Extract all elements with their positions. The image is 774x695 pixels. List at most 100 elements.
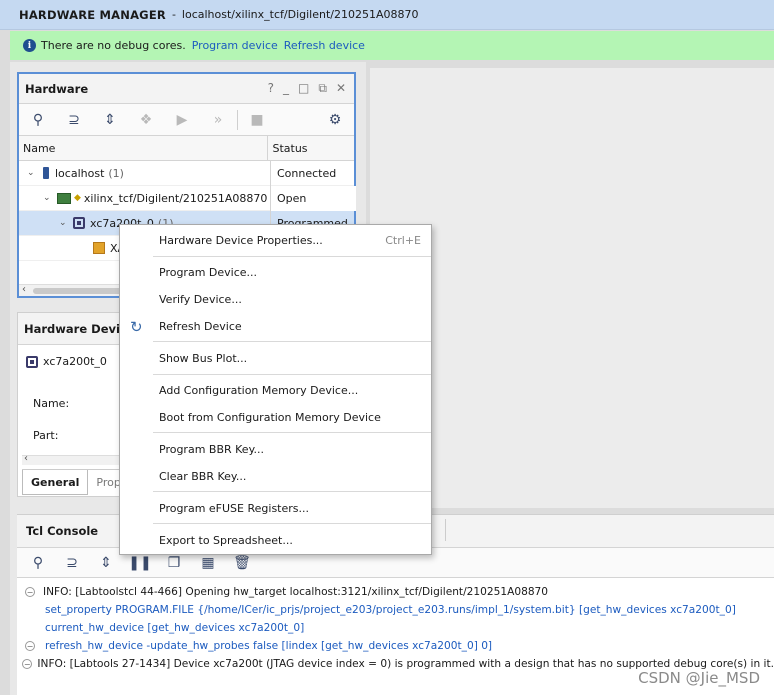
scroll-left-icon[interactable]: ‹ <box>22 284 26 295</box>
tree-row-label: localhost <box>55 166 105 180</box>
help-icon[interactable]: ? <box>268 81 274 96</box>
menu-item-program-device[interactable]: Program Device... <box>120 261 431 283</box>
expand-all-icon[interactable]: ⇕ <box>99 109 121 131</box>
menu-item-label: Export to Spreadsheet... <box>159 533 293 547</box>
board-icon <box>57 192 71 204</box>
tree-row-target[interactable]: ⌄ ◆ xilinx_tcf/Digilent/210251A08870 (1 … <box>19 186 356 211</box>
menu-item-export-spreadsheet[interactable]: Export to Spreadsheet... <box>120 529 431 551</box>
log-text: INFO: [Labtoolstcl 44-466] Opening hw_ta… <box>43 586 549 598</box>
hardware-tree-header: Name Status <box>19 136 354 161</box>
stop-icon[interactable]: ■ <box>246 109 268 131</box>
chevron-down-icon[interactable]: ⌄ <box>43 193 53 203</box>
collapse-icon[interactable]: − <box>22 659 33 669</box>
log-command: set_property PROGRAM.FILE {/home/ICer/ic… <box>45 604 736 616</box>
chip-icon <box>73 217 85 229</box>
menu-item-label: Program eFUSE Registers... <box>159 501 309 515</box>
scroll-left-icon[interactable]: ‹ <box>24 453 28 464</box>
refresh-icon: ↻ <box>130 318 143 336</box>
maximize-icon[interactable]: □ <box>298 81 309 96</box>
run-immediate-icon[interactable]: » <box>207 109 229 131</box>
menu-separator <box>153 341 431 342</box>
log-line: − INFO: [Labtoolstcl 44-466] Opening hw_… <box>17 583 774 601</box>
float-icon[interactable]: ⧉ <box>318 81 327 96</box>
log-line: − refresh_hw_device -update_hw_probes fa… <box>17 637 774 655</box>
tab-general[interactable]: General <box>22 470 89 495</box>
auto-connect-icon[interactable]: ❖ <box>135 109 157 131</box>
tree-row-localhost[interactable]: ⌄ localhost (1) Connected <box>19 161 354 186</box>
device-name: xc7a200t_0 <box>43 355 107 368</box>
info-banner: i There are no debug cores. Program devi… <box>10 31 774 60</box>
menu-item-refresh-device[interactable]: ↻ Refresh Device <box>120 315 431 337</box>
menu-separator <box>153 523 431 524</box>
column-name[interactable]: Name <box>19 136 269 160</box>
menu-item-label: Hardware Device Properties... <box>159 233 323 247</box>
menu-item-label: Add Configuration Memory Device... <box>159 383 359 397</box>
log-line: current_hw_device [get_hw_devices xc7a20… <box>17 619 774 637</box>
menu-item-program-efuse[interactable]: Program eFUSE Registers... <box>120 497 431 519</box>
tree-row-label: xilinx_tcf/Digilent/210251A08870 <box>83 191 268 205</box>
tree-row-status: Open <box>270 186 356 211</box>
chevron-down-icon[interactable]: ⌄ <box>27 168 37 178</box>
menu-item-label: Boot from Configuration Memory Device <box>159 410 381 424</box>
menu-item-properties[interactable]: Hardware Device Properties... Ctrl+E <box>120 229 431 251</box>
collapse-icon[interactable]: − <box>25 587 35 597</box>
menu-item-verify-device[interactable]: Verify Device... <box>120 288 431 310</box>
menu-item-program-bbr-key[interactable]: Program BBR Key... <box>120 438 431 460</box>
tag-icon: ◆ <box>74 193 81 203</box>
watermark: CSDN @Jie_MSD <box>638 669 760 687</box>
menu-separator <box>153 374 431 375</box>
hardware-panel-header: Hardware ? _ □ ⧉ ✕ <box>19 74 354 104</box>
column-status[interactable]: Status <box>268 136 354 160</box>
part-label: Part: <box>33 429 59 442</box>
refresh-device-link[interactable]: Refresh device <box>284 39 365 52</box>
menu-item-label: Clear BBR Key... <box>159 469 247 483</box>
context-menu: Hardware Device Properties... Ctrl+E Pro… <box>119 224 432 555</box>
search-icon[interactable]: ⚲ <box>27 552 49 574</box>
toolbar-divider <box>237 109 238 130</box>
program-device-link[interactable]: Program device <box>192 39 278 52</box>
info-icon: i <box>23 39 36 52</box>
menu-item-add-config-memory[interactable]: Add Configuration Memory Device... <box>120 379 431 401</box>
hardware-toolbar: ⚲ ⊇ ⇕ ❖ ▶ » ■ ⚙ <box>19 104 354 136</box>
window-title-bar: HARDWARE MANAGER - localhost/xilinx_tcf/… <box>0 0 774 30</box>
run-trigger-icon[interactable]: ▶ <box>171 109 193 131</box>
window-path: localhost/xilinx_tcf/Digilent/210251A088… <box>181 8 419 21</box>
hardware-panel-title: Hardware <box>25 81 89 96</box>
log-line: set_property PROGRAM.FILE {/home/ICer/ic… <box>17 601 774 619</box>
menu-item-label: Program BBR Key... <box>159 442 265 456</box>
chevron-down-icon[interactable]: ⌄ <box>59 218 69 228</box>
menu-separator <box>153 432 431 433</box>
gear-icon[interactable]: ⚙ <box>324 109 346 131</box>
menu-item-label: Show Bus Plot... <box>159 351 248 365</box>
tcl-console-title[interactable]: Tcl Console <box>23 524 98 538</box>
log-command: current_hw_device [get_hw_devices xc7a20… <box>45 622 305 634</box>
close-icon[interactable]: ✕ <box>336 81 346 96</box>
menu-item-label: Refresh Device <box>159 319 242 333</box>
menu-item-shortcut: Ctrl+E <box>385 233 421 247</box>
menu-item-boot-config-memory[interactable]: Boot from Configuration Memory Device <box>120 406 431 428</box>
menu-item-label: Verify Device... <box>159 292 242 306</box>
menu-separator <box>153 256 431 257</box>
title-separator: - <box>171 8 176 21</box>
minimize-icon[interactable]: _ <box>283 81 289 96</box>
expand-all-icon[interactable]: ⇕ <box>95 552 117 574</box>
tree-row-count: (1) <box>108 166 124 180</box>
collapse-icon[interactable]: − <box>25 641 35 651</box>
search-icon[interactable]: ⚲ <box>27 109 49 131</box>
tab-divider <box>445 519 446 541</box>
banner-message: There are no debug cores. <box>41 39 186 52</box>
log-command: refresh_hw_device -update_hw_probes fals… <box>45 640 493 652</box>
menu-separator <box>153 491 431 492</box>
tree-row-status: Connected <box>270 161 356 186</box>
tcl-log: − INFO: [Labtoolstcl 44-466] Opening hw_… <box>17 583 774 673</box>
menu-item-show-bus-plot[interactable]: Show Bus Plot... <box>120 347 431 369</box>
menu-item-clear-bbr-key[interactable]: Clear BBR Key... <box>120 465 431 487</box>
device-name-row: xc7a200t_0 <box>26 355 107 368</box>
server-icon <box>43 167 49 179</box>
xadc-icon <box>93 242 105 254</box>
window-title: HARDWARE MANAGER <box>19 7 166 22</box>
name-label: Name: <box>33 397 70 410</box>
collapse-all-icon[interactable]: ⊇ <box>63 109 85 131</box>
collapse-all-icon[interactable]: ⊇ <box>61 552 83 574</box>
device-panel-title: Hardware Device <box>24 321 135 336</box>
